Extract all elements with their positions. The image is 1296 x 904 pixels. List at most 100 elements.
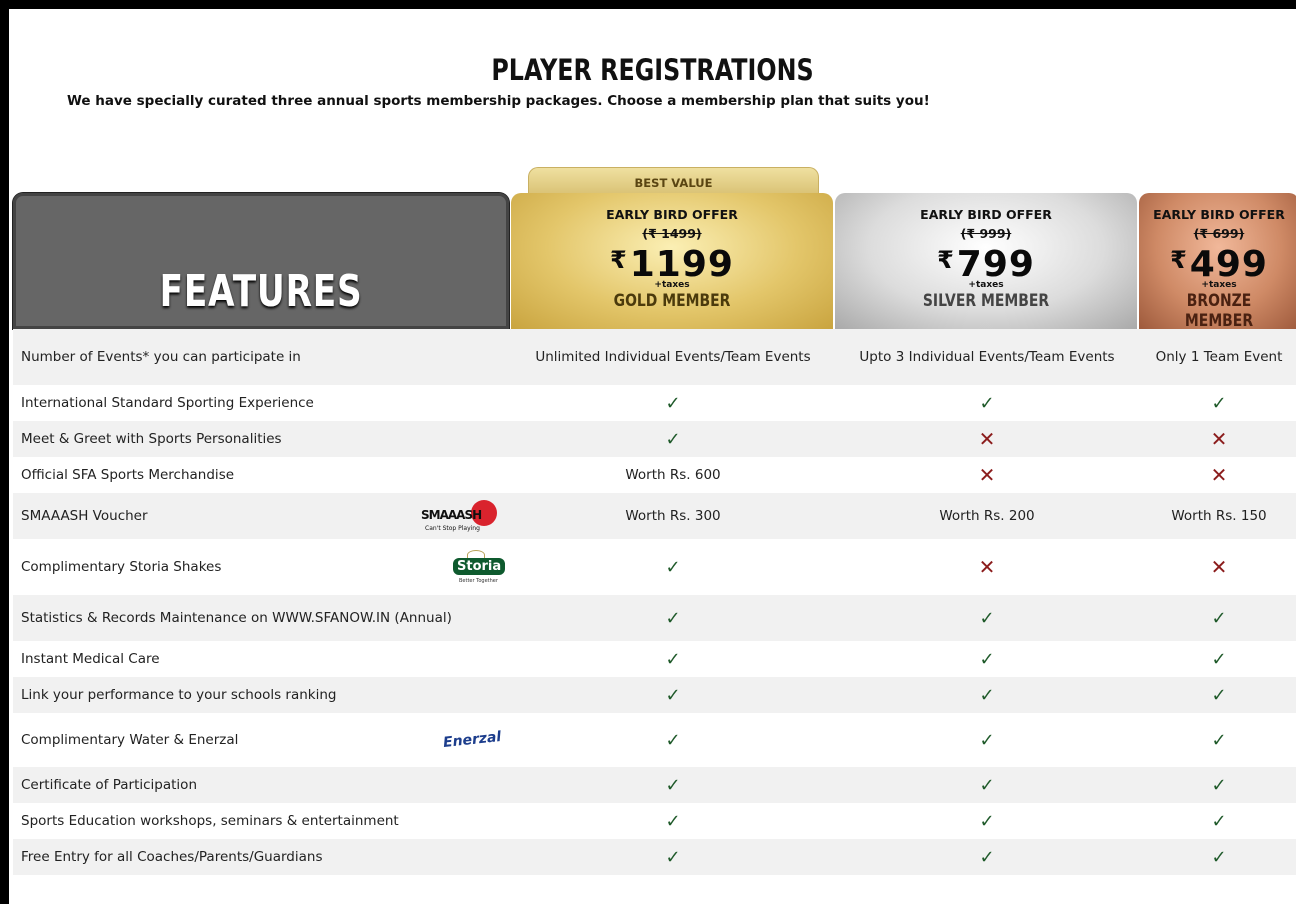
value-cell-bronze: ✓ bbox=[1139, 385, 1296, 421]
best-value-tab: BEST VALUE bbox=[528, 167, 819, 196]
cross-icon: ✕ bbox=[1210, 463, 1228, 487]
value-cell-silver: ✕ bbox=[835, 457, 1139, 493]
pricing-page: PLAYER REGISTRATIONS We have specially c… bbox=[9, 9, 1296, 904]
value-cell-bronze: ✓ bbox=[1139, 641, 1296, 677]
table-row: Instant Medical Care ✓ ✓ ✓ bbox=[13, 641, 1296, 677]
cross-icon: ✕ bbox=[978, 427, 996, 451]
enerzal-logo-word: Enerzal bbox=[441, 728, 502, 752]
smaaash-logo-word: SMAAASH bbox=[421, 508, 482, 522]
check-icon: ✓ bbox=[665, 648, 681, 670]
feature-cell: Statistics & Records Maintenance on WWW.… bbox=[13, 595, 511, 641]
enerzal-logo: Enerzal bbox=[441, 728, 502, 752]
plan-old-price: (₹ 699) bbox=[1193, 226, 1245, 241]
table-row: International Standard Sporting Experien… bbox=[13, 385, 1296, 421]
check-icon: ✓ bbox=[665, 428, 681, 450]
check-icon: ✓ bbox=[665, 729, 681, 751]
page-subtitle: We have specially curated three annual s… bbox=[67, 93, 930, 109]
feature-label: Statistics & Records Maintenance on WWW.… bbox=[21, 610, 452, 626]
plan-tax-note: +taxes bbox=[1201, 280, 1237, 290]
plan-tier-name: SILVER MEMBER bbox=[922, 291, 1050, 311]
feature-label: Sports Education workshops, seminars & e… bbox=[21, 813, 399, 829]
check-icon: ✓ bbox=[979, 607, 995, 629]
smaaash-logo: SMAAASH Can't Stop Playing bbox=[419, 500, 501, 532]
check-icon: ✓ bbox=[665, 774, 681, 796]
value-cell-gold: Worth Rs. 600 bbox=[511, 457, 835, 493]
check-icon: ✓ bbox=[665, 607, 681, 629]
value-cell-silver: ✓ bbox=[835, 767, 1139, 803]
cross-icon: ✕ bbox=[978, 555, 996, 579]
feature-cell: Certificate of Participation bbox=[13, 767, 511, 803]
value-cell-silver: Worth Rs. 200 bbox=[835, 493, 1139, 539]
feature-cell: Complimentary Storia Shakes Storia Better … bbox=[13, 539, 511, 595]
table-row: Certificate of Participation ✓ ✓ ✓ bbox=[13, 767, 1296, 803]
feature-cell: Link your performance to your schools ra… bbox=[13, 677, 511, 713]
page-title: PLAYER REGISTRATIONS bbox=[491, 53, 814, 87]
value-cell-silver: Upto 3 Individual Events/Team Events bbox=[835, 329, 1139, 385]
check-icon: ✓ bbox=[1211, 846, 1227, 868]
plan-tier-name: GOLD MEMBER bbox=[613, 291, 731, 311]
check-icon: ✓ bbox=[1211, 648, 1227, 670]
check-icon: ✓ bbox=[1211, 810, 1227, 832]
feature-label: Complimentary Storia Shakes bbox=[21, 559, 222, 575]
plan-gold-header[interactable]: EARLY BIRD OFFER (₹ 1499) ₹1199 +taxes G… bbox=[511, 193, 833, 329]
feature-cell: Free Entry for all Coaches/Parents/Guard… bbox=[13, 839, 511, 875]
value-cell-bronze: ✓ bbox=[1139, 767, 1296, 803]
value-cell-silver: ✓ bbox=[835, 595, 1139, 641]
value-text: Upto 3 Individual Events/Team Events bbox=[859, 349, 1115, 365]
plan-tax-note: +taxes bbox=[654, 280, 690, 290]
check-icon: ✓ bbox=[1211, 607, 1227, 629]
value-cell-bronze: ✓ bbox=[1139, 677, 1296, 713]
feature-cell: SMAAASH Voucher SMAAASH Can't Stop Playing bbox=[13, 493, 511, 539]
table-row: Official SFA Sports Merchandise Worth Rs.… bbox=[13, 457, 1296, 493]
value-cell-gold: Unlimited Individual Events/Team Events bbox=[511, 329, 835, 385]
plan-old-price: (₹ 1499) bbox=[642, 226, 702, 241]
check-icon: ✓ bbox=[1211, 392, 1227, 414]
value-cell-silver: ✓ bbox=[835, 677, 1139, 713]
value-cell-silver: ✓ bbox=[835, 839, 1139, 875]
value-cell-silver: ✓ bbox=[835, 713, 1139, 767]
plan-bronze-header[interactable]: EARLY BIRD OFFER (₹ 699) ₹499 +taxes BRO… bbox=[1139, 193, 1296, 329]
plan-silver-header[interactable]: EARLY BIRD OFFER (₹ 999) ₹799 +taxes SIL… bbox=[835, 193, 1137, 329]
value-cell-gold: ✓ bbox=[511, 839, 835, 875]
rupee-icon: ₹ bbox=[610, 246, 628, 274]
value-cell-silver: ✓ bbox=[835, 385, 1139, 421]
value-cell-gold: ✓ bbox=[511, 803, 835, 839]
check-icon: ✓ bbox=[665, 392, 681, 414]
value-cell-bronze: ✓ bbox=[1139, 803, 1296, 839]
feature-label: Complimentary Water & Enerzal bbox=[21, 732, 239, 748]
check-icon: ✓ bbox=[1211, 684, 1227, 706]
value-cell-bronze: ✓ bbox=[1139, 595, 1296, 641]
check-icon: ✓ bbox=[665, 846, 681, 868]
value-cell-silver: ✕ bbox=[835, 421, 1139, 457]
feature-label: International Standard Sporting Experien… bbox=[21, 395, 314, 411]
value-cell-gold: ✓ bbox=[511, 595, 835, 641]
plan-tax-note: +taxes bbox=[968, 280, 1004, 290]
value-cell-bronze: ✓ bbox=[1139, 713, 1296, 767]
storia-logo-word: Storia bbox=[453, 558, 506, 575]
features-heading: FEATURES bbox=[159, 266, 363, 317]
feature-cell: Sports Education workshops, seminars & e… bbox=[13, 803, 511, 839]
table-row: Sports Education workshops, seminars & e… bbox=[13, 803, 1296, 839]
value-cell-bronze: ✕ bbox=[1139, 421, 1296, 457]
table-row: Complimentary Storia Shakes Storia Better … bbox=[13, 539, 1296, 595]
value-cell-bronze: Worth Rs. 150 bbox=[1139, 493, 1296, 539]
table-row: Number of Events* you can participate in… bbox=[13, 329, 1296, 385]
storia-logo-tag: Better Together bbox=[459, 578, 498, 584]
table-row: Link your performance to your schools ra… bbox=[13, 677, 1296, 713]
plan-price-value: 799 bbox=[956, 244, 1035, 285]
feature-label: Free Entry for all Coaches/Parents/Guard… bbox=[21, 849, 323, 865]
plan-old-price: (₹ 999) bbox=[960, 226, 1012, 241]
value-cell-bronze: ✕ bbox=[1139, 457, 1296, 493]
feature-cell: Official SFA Sports Merchandise bbox=[13, 457, 511, 493]
check-icon: ✓ bbox=[979, 648, 995, 670]
value-cell-gold: ✓ bbox=[511, 539, 835, 595]
rupee-icon: ₹ bbox=[1170, 246, 1188, 274]
value-cell-gold: ✓ bbox=[511, 421, 835, 457]
value-text: Worth Rs. 300 bbox=[625, 508, 721, 524]
check-icon: ✓ bbox=[979, 684, 995, 706]
feature-cell: Complimentary Water & Enerzal Enerzal bbox=[13, 713, 511, 767]
check-icon: ✓ bbox=[979, 810, 995, 832]
check-icon: ✓ bbox=[1211, 729, 1227, 751]
value-cell-gold: ✓ bbox=[511, 677, 835, 713]
feature-label: SMAAASH Voucher bbox=[21, 508, 148, 524]
